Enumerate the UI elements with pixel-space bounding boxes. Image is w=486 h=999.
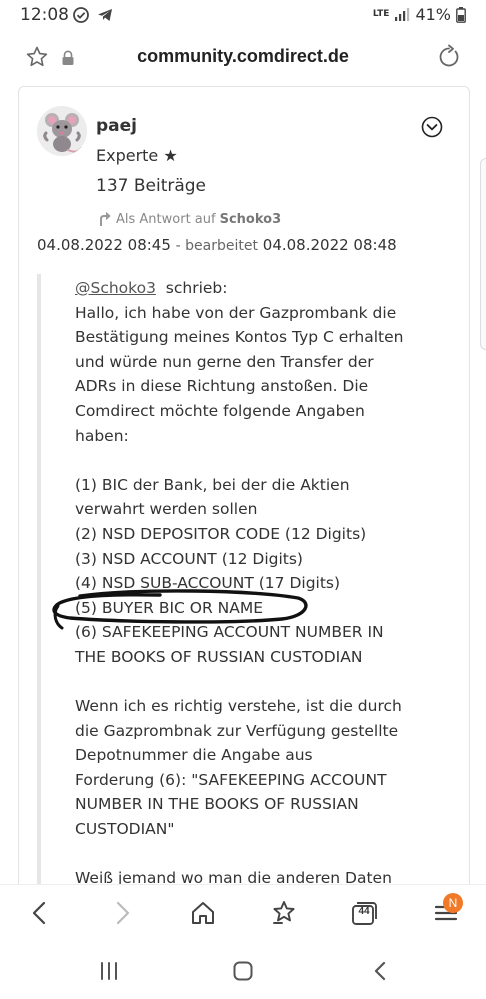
menu-badge: N [443, 893, 463, 913]
sync-check-icon [73, 7, 89, 23]
quote-line: und würde nun gerne den Transfer der [75, 352, 374, 371]
home-button-icon[interactable] [232, 960, 254, 982]
forward-arrow-icon[interactable] [112, 899, 134, 927]
quote-line: Wenn ich es richtig verstehe, ist die du… [75, 697, 402, 716]
system-nav-bar [0, 946, 486, 999]
quote-line: Comdirect möchte folgende Angaben [75, 401, 365, 420]
address-bar[interactable]: community.comdirect.de [0, 34, 486, 82]
reply-arrow-icon [100, 212, 111, 226]
status-time: 12:08 [20, 5, 69, 25]
rat-avatar-icon [37, 106, 87, 156]
home-icon[interactable] [189, 899, 217, 927]
signal-icon [395, 7, 410, 21]
reply-to-prefix: Als Antwort auf [116, 211, 216, 227]
back-button-icon[interactable] [370, 960, 392, 982]
status-bar: 12:08 LTE 41% [0, 0, 486, 30]
author-post-count: 137 Beiträge [96, 176, 207, 196]
quote-line: ADRs in diese Richtung anstoßen. Die [75, 377, 369, 396]
url-text[interactable]: community.comdirect.de [0, 46, 486, 67]
reply-to-link[interactable]: Als Antwort auf Schoko3 [98, 211, 281, 227]
avatar[interactable] [37, 106, 87, 156]
side-panel-handle[interactable] [480, 158, 486, 350]
telegram-icon [98, 9, 112, 21]
chevron-down-circle-icon[interactable] [421, 116, 443, 138]
quote-line: CUSTODIAN" [75, 820, 175, 839]
requirement-line: (2) NSD DEPOSITOR CODE (12 Digits) [75, 524, 367, 543]
quote-line: Forderung (6): "SAFEKEEPING ACCOUNT [75, 770, 387, 789]
quoted-message: @Schoko3 schrieb: Hallo, ich habe von de… [75, 276, 435, 891]
quote-author-link[interactable]: @Schoko3 [75, 279, 156, 297]
requirement-line: THE BOOKS OF RUSSIAN CUSTODIAN [75, 647, 363, 666]
quote-line: Hallo, ich habe von der Gazprombank die [75, 303, 397, 322]
requirement-line: (3) NSD ACCOUNT (12 Digits) [75, 549, 303, 568]
posted-at: 04.08.2022 08:45 [37, 236, 171, 254]
network-label: LTE [372, 9, 390, 19]
quote-wrote: schrieb: [165, 279, 228, 297]
quote-line: NUMBER IN THE BOOKS OF RUSSIAN [75, 795, 359, 814]
bookmarks-star-icon[interactable] [270, 899, 298, 927]
browser-toolbar [0, 884, 486, 947]
edited-label: - bearbeitet [175, 238, 258, 254]
reload-icon[interactable] [436, 44, 462, 70]
quote-line: die Gazprombnak zur Verfügung gestellte [75, 721, 399, 740]
post-dates: 04.08.2022 08:45 - bearbeitet 04.08.2022… [37, 236, 397, 254]
quote-line: haben: [75, 426, 129, 445]
battery-icon [456, 6, 466, 23]
tab-count: 44 [358, 906, 370, 917]
hand-drawn-circle-annotation [52, 589, 308, 630]
quote-line: Bestätigung meines Kontos Typ C erhalten [75, 328, 404, 347]
quote-border [37, 274, 41, 884]
post-author-name[interactable]: paej [96, 116, 137, 136]
edited-at: 04.08.2022 08:48 [262, 236, 397, 254]
reply-to-user[interactable]: Schoko3 [220, 212, 282, 227]
battery-percent: 41% [415, 5, 451, 24]
status-right: LTE 41% [373, 5, 466, 24]
requirement-line: (1) BIC der Bank, bei der die Aktien [75, 475, 350, 494]
recent-apps-icon[interactable] [98, 960, 120, 982]
requirement-line: verwahrt werden sollen [75, 500, 258, 519]
back-arrow-icon[interactable] [28, 899, 50, 927]
quote-line: Depotnummer die Angabe aus [75, 746, 313, 765]
author-rank: Experte ★ [96, 146, 178, 165]
